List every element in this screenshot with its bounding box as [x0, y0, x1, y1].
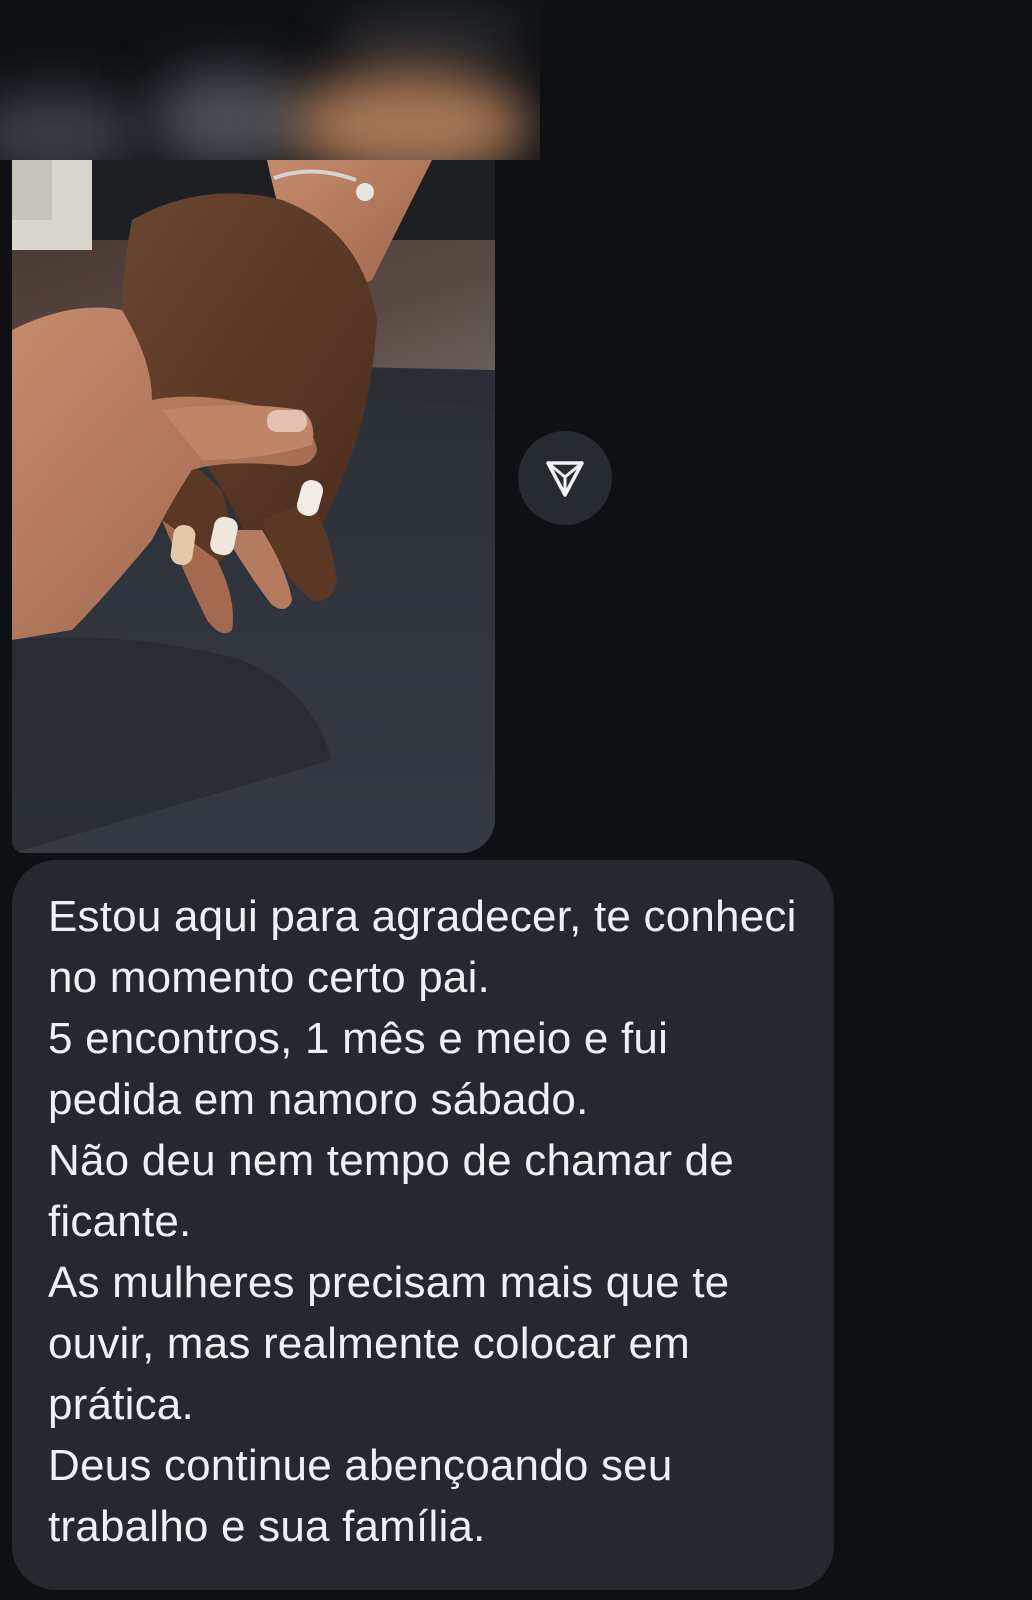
message-paragraph: Estou aqui para agradecer, te conheci no…	[48, 892, 797, 1002]
paper-plane-icon	[546, 461, 584, 497]
message-paragraph: Deus continue abençoando seu trabalho e …	[48, 1441, 673, 1551]
share-button[interactable]	[518, 431, 612, 525]
chat-screen: Estou aqui para agradecer, te conheci no…	[0, 0, 1032, 1600]
photo-hands-icon	[12, 160, 495, 853]
message-paragraph: Não deu nem tempo de chamar de ficante.	[48, 1136, 734, 1246]
message-paragraph: As mulheres precisam mais que te ouvir, …	[48, 1258, 730, 1429]
message-bubble[interactable]: Estou aqui para agradecer, te conheci no…	[12, 860, 834, 1590]
blurred-contact-header	[0, 0, 540, 160]
shared-photo[interactable]	[12, 160, 495, 853]
message-paragraph: 5 encontros, 1 mês e meio e fui pedida e…	[48, 1014, 669, 1124]
